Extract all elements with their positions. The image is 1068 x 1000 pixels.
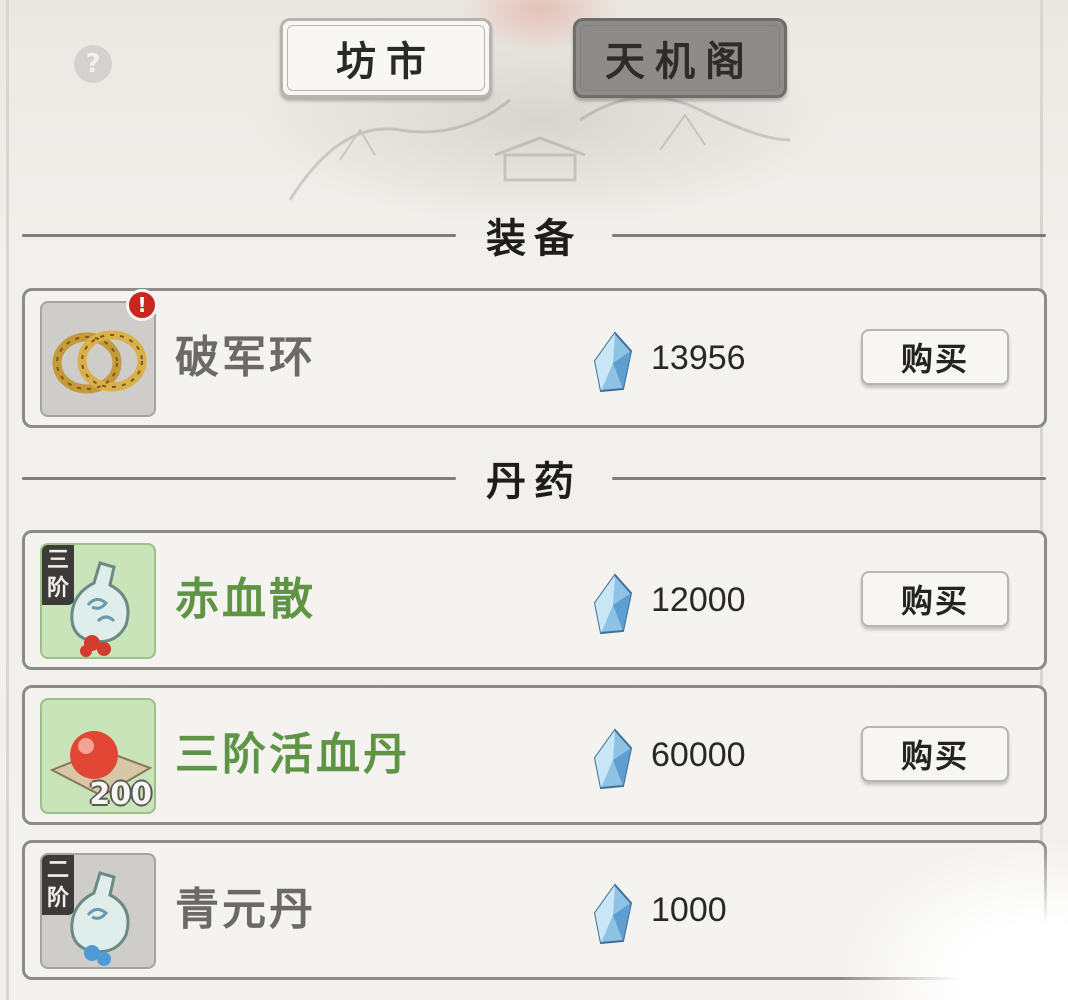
spirit-stone-icon <box>593 573 633 635</box>
red-pill-icon[interactable]: 200 <box>40 698 156 814</box>
item-price: 60000 <box>651 736 746 774</box>
tab-fangshi[interactable]: 坊市 <box>280 18 492 98</box>
section-header-equipment: 装备 <box>22 205 1046 265</box>
spirit-stone-icon <box>593 883 633 945</box>
panel-left-edge <box>6 0 9 1000</box>
tier-badge: 三阶 <box>42 545 74 605</box>
help-icon[interactable]: ? <box>74 45 112 83</box>
divider-line <box>612 476 1046 480</box>
item-name: 赤血散 <box>175 574 316 625</box>
item-name: 三阶活血丹 <box>175 729 410 780</box>
buy-button[interactable]: 购买 <box>861 726 1009 782</box>
shop-item-card: 200 三阶活血丹 60000 购买 <box>22 685 1047 825</box>
shop-item-card: ! 破军环 13956 购买 <box>22 288 1047 428</box>
tier-badge: 二阶 <box>42 855 74 915</box>
divider-line <box>22 233 456 237</box>
section-header-pills: 丹药 <box>22 448 1046 508</box>
shop-item-card: 三阶 赤血散 12000 购买 <box>22 530 1047 670</box>
divider-line <box>22 476 456 480</box>
item-price: 1000 <box>651 891 727 929</box>
spirit-stone-icon <box>593 728 633 790</box>
tab-tianjige[interactable]: 天机阁 <box>573 18 787 98</box>
section-title: 装备 <box>486 215 582 262</box>
blue-pill-vial-icon[interactable]: 二阶 <box>40 853 156 969</box>
item-price: 12000 <box>651 581 746 619</box>
spirit-stone-icon <box>593 331 633 393</box>
section-title: 丹药 <box>486 458 582 505</box>
buy-button[interactable]: 购买 <box>861 571 1009 627</box>
shop-item-card: 二阶 青元丹 1000 <box>22 840 1047 980</box>
buy-button[interactable]: 购买 <box>861 329 1009 385</box>
divider-line <box>612 233 1046 237</box>
item-name: 破军环 <box>175 332 316 383</box>
item-quantity: 200 <box>89 777 152 812</box>
red-powder-vial-icon[interactable]: 三阶 <box>40 543 156 659</box>
item-name: 青元丹 <box>175 884 316 935</box>
alert-icon: ! <box>126 289 158 321</box>
item-price: 13956 <box>651 339 746 377</box>
